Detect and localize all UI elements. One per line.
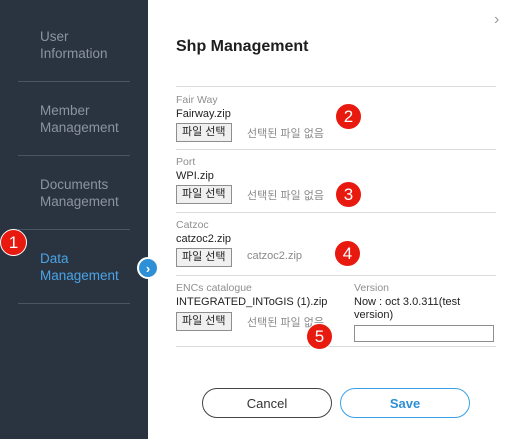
sidebar-item-data-management[interactable]: Data Management	[18, 230, 130, 304]
port-file-status: 선택된 파일 없음	[247, 190, 324, 202]
catzoc-file-button[interactable]: 파일 선택	[176, 248, 232, 267]
close-chevron-icon[interactable]: ›	[494, 12, 499, 28]
sidebar-item-label: User Information	[40, 28, 108, 61]
fairway-label: Fair Way	[176, 94, 218, 106]
sidebar-item-documents-management[interactable]: Documents Management	[18, 156, 130, 230]
chevron-right-icon[interactable]: ›	[137, 257, 159, 279]
annotation-badge-2: 2	[335, 103, 362, 130]
fairway-file-status: 선택된 파일 없음	[247, 128, 324, 140]
sidebar-item-label: Member Management	[40, 102, 119, 135]
annotation-badge-1: 1	[0, 229, 27, 256]
port-label: Port	[176, 156, 196, 168]
annotation-badge-5: 5	[306, 323, 333, 350]
sidebar-item-label: Data Management	[40, 250, 119, 283]
fairway-current-file: Fairway.zip	[176, 108, 231, 120]
enc-current-file: INTEGRATED_INToGIS (1).zip	[176, 296, 328, 308]
catzoc-file-status: catzoc2.zip	[247, 250, 303, 262]
enc-file-button[interactable]: 파일 선택	[176, 312, 232, 331]
cancel-button[interactable]: Cancel	[202, 388, 332, 418]
fairway-file-button[interactable]: 파일 선택	[176, 123, 232, 142]
sidebar: User Information Member Management Docum…	[0, 0, 148, 439]
port-current-file: WPI.zip	[176, 170, 214, 182]
sidebar-item-member-management[interactable]: Member Management	[18, 82, 130, 156]
enc-group: ENCs catalogue INTEGRATED_INToGIS (1).zi…	[176, 275, 496, 347]
annotation-badge-4: 4	[334, 240, 361, 267]
annotation-badge-3: 3	[335, 181, 362, 208]
catzoc-label: Catzoc	[176, 219, 209, 231]
enc-label: ENCs catalogue	[176, 282, 252, 294]
sidebar-item-user-information[interactable]: User Information	[18, 8, 130, 82]
version-value: Now : oct 3.0.311(test version)	[354, 296, 461, 321]
page-title: Shp Management	[176, 38, 309, 55]
sidebar-item-label: Documents Management	[40, 176, 119, 209]
version-label: Version	[354, 282, 390, 294]
catzoc-group: Catzoc catzoc2.zip 파일 선택 catzoc2.zip	[176, 212, 496, 273]
port-file-button[interactable]: 파일 선택	[176, 185, 232, 204]
save-button[interactable]: Save	[340, 388, 470, 418]
catzoc-current-file: catzoc2.zip	[176, 233, 232, 245]
version-input[interactable]	[354, 325, 494, 342]
